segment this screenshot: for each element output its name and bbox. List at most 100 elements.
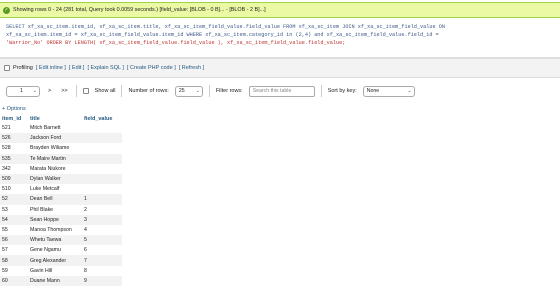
cell-item-id: 59	[2, 267, 8, 274]
sql-line-1: SELECT xf_xa_sc_item.item_id, xf_xa_sc_i…	[6, 24, 445, 30]
column-header-title[interactable]: title	[28, 114, 82, 123]
sort-select[interactable]: None ⌄	[362, 85, 415, 97]
cell-title: Phil Blake	[30, 206, 54, 213]
options-link[interactable]: + Options	[2, 106, 26, 112]
cell-title: Marata Niukore	[30, 165, 66, 172]
sort-label: Sort by key:	[327, 88, 357, 94]
cell-item-id: 521	[2, 125, 11, 132]
cell-field-value	[82, 164, 122, 174]
cell-title: Jackson Ford	[28, 133, 82, 144]
rows-select[interactable]: 25 ⌄	[174, 85, 203, 97]
show-all-checkbox[interactable]	[82, 88, 89, 94]
cell-title: Duane Mann	[28, 275, 82, 286]
cell-item-id: 342	[2, 165, 11, 172]
profiling-label: Profiling	[13, 65, 33, 71]
cell-title: Greg Alexander	[28, 255, 82, 266]
explain-sql-link[interactable]: [ Explain SQL ]	[87, 65, 123, 71]
refresh-link[interactable]: [ Refresh ]	[179, 65, 204, 71]
column-header-field-value[interactable]: field_value	[82, 114, 122, 123]
cell-field-value	[82, 123, 122, 133]
table-row[interactable]: 509 Dylan Walker	[0, 173, 122, 185]
table-row[interactable]: 52 Dean Bell 1	[0, 194, 122, 205]
cell-field-value: 9	[82, 275, 122, 286]
cell-title: Gene Ngamu	[30, 247, 61, 254]
table-row[interactable]: 59 Gavin Hill 8	[0, 266, 122, 276]
profiling-checkbox[interactable]	[4, 65, 10, 71]
check-icon: ✓	[3, 6, 10, 14]
table-row[interactable]: 58 Greg Alexander 7	[0, 255, 122, 266]
cell-item-id: 54	[0, 214, 28, 225]
cell-field-value	[82, 133, 122, 144]
filter-label: Filter rows:	[215, 88, 243, 94]
cell-item-id: 52	[0, 194, 28, 205]
cell-field-value: 5	[82, 235, 122, 246]
cell-field-value	[82, 143, 122, 153]
cell-item-id: 60	[0, 275, 28, 286]
status-message: Showing rows 0 - 24 (281 total, Query to…	[13, 7, 266, 13]
filter-input[interactable]: Search this table	[248, 85, 315, 97]
cell-field-value	[82, 184, 122, 194]
cell-item-id: 509	[0, 173, 28, 185]
table-row[interactable]: 535 Te Maire Martin	[0, 153, 122, 164]
table-row[interactable]: 526 Jackson Ford	[0, 133, 122, 144]
rows-select-value: 25	[178, 88, 185, 94]
cell-title: Sean Hoppe	[28, 214, 82, 225]
chevron-down-icon: ⌄	[195, 87, 200, 94]
cell-field-value	[82, 173, 122, 185]
success-message-bar: ✓ Showing rows 0 - 24 (281 total, Query …	[0, 2, 560, 18]
chevron-down-icon: ⌄	[407, 87, 412, 94]
cell-field-value: 7	[82, 255, 122, 266]
cell-field-value: 6	[84, 247, 87, 254]
cell-item-id: 526	[0, 133, 28, 144]
table-row[interactable]: 342 Marata Niukore	[0, 164, 122, 174]
cell-field-value: 3	[82, 214, 122, 225]
rows-label: Number of rows:	[128, 88, 169, 94]
table-row[interactable]: 53 Phil Blake 2	[0, 205, 122, 215]
divider	[208, 85, 210, 97]
page-select-value: 1	[20, 88, 23, 94]
chevron-down-icon: ⌄	[32, 87, 37, 94]
edit-link[interactable]: [ Edit ]	[69, 65, 85, 71]
table-row[interactable]: 55 Manoa Thompson 4	[0, 225, 122, 235]
cell-title: Gavin Hill	[30, 267, 53, 274]
pagination-bar: 1 ⌄ > >> Show all Number of rows: 25 ⌄ F…	[0, 80, 560, 102]
show-all-label: Show all	[94, 88, 116, 94]
query-actions-bar: Profiling [ Edit inline ] [ Edit ] [ Exp…	[0, 58, 560, 78]
table-row[interactable]: 528 Brayden Wiliame	[0, 143, 122, 153]
divider	[121, 85, 123, 97]
table-row[interactable]: 521 Mitch Barnett	[0, 123, 122, 133]
cell-title: Te Maire Martin	[28, 153, 82, 164]
last-page-button[interactable]: >>	[59, 88, 69, 94]
create-php-code-link[interactable]: [ Create PHP code ]	[127, 65, 176, 71]
edit-inline-link[interactable]: [ Edit inline ]	[36, 65, 66, 71]
filter-placeholder: Search this table	[252, 88, 292, 94]
cell-item-id: 510	[2, 186, 11, 193]
page-select[interactable]: 1 ⌄	[6, 85, 40, 97]
sql-line-3: 'Warrior_No' ORDER BY LENGTH( xf_xa_sc_i…	[6, 40, 346, 46]
results-table: item_id title field_value 521 Mitch Barne…	[0, 114, 122, 286]
next-page-button[interactable]: >	[46, 88, 53, 94]
divider	[75, 85, 77, 97]
cell-title: Dylan Walker	[28, 173, 82, 185]
sql-query-box: SELECT xf_xa_sc_item.item_id, xf_xa_sc_i…	[0, 18, 560, 58]
table-row[interactable]: 56 Whetu Taewa 5	[0, 235, 122, 246]
table-row[interactable]: 57 Gene Ngamu 6	[0, 245, 122, 255]
cell-item-id: 53	[2, 206, 8, 213]
cell-title: Dean Bell	[28, 194, 82, 205]
cell-title: Brayden Wiliame	[30, 145, 70, 152]
cell-title: Luke Metcalf	[30, 186, 60, 193]
table-row[interactable]: 54 Sean Hoppe 3	[0, 214, 122, 225]
cell-field-value: 4	[84, 226, 87, 233]
cell-title: Mitch Barnett	[30, 125, 61, 132]
table-row[interactable]: 60 Duane Mann 9	[0, 275, 122, 286]
column-header-item-id[interactable]: item_id	[0, 114, 28, 123]
cell-item-id: 535	[0, 153, 28, 164]
divider	[320, 85, 322, 97]
table-row[interactable]: 510 Luke Metcalf	[0, 184, 122, 194]
cell-field-value: 2	[84, 206, 87, 213]
cell-item-id: 55	[2, 226, 8, 233]
sql-line-2: xf_xa_sc_item.item_id = xf_xa_sc_item_fi…	[6, 32, 439, 38]
cell-title: Whetu Taewa	[28, 235, 82, 246]
cell-item-id: 57	[2, 247, 8, 254]
cell-title: Manoa Thompson	[30, 226, 72, 233]
